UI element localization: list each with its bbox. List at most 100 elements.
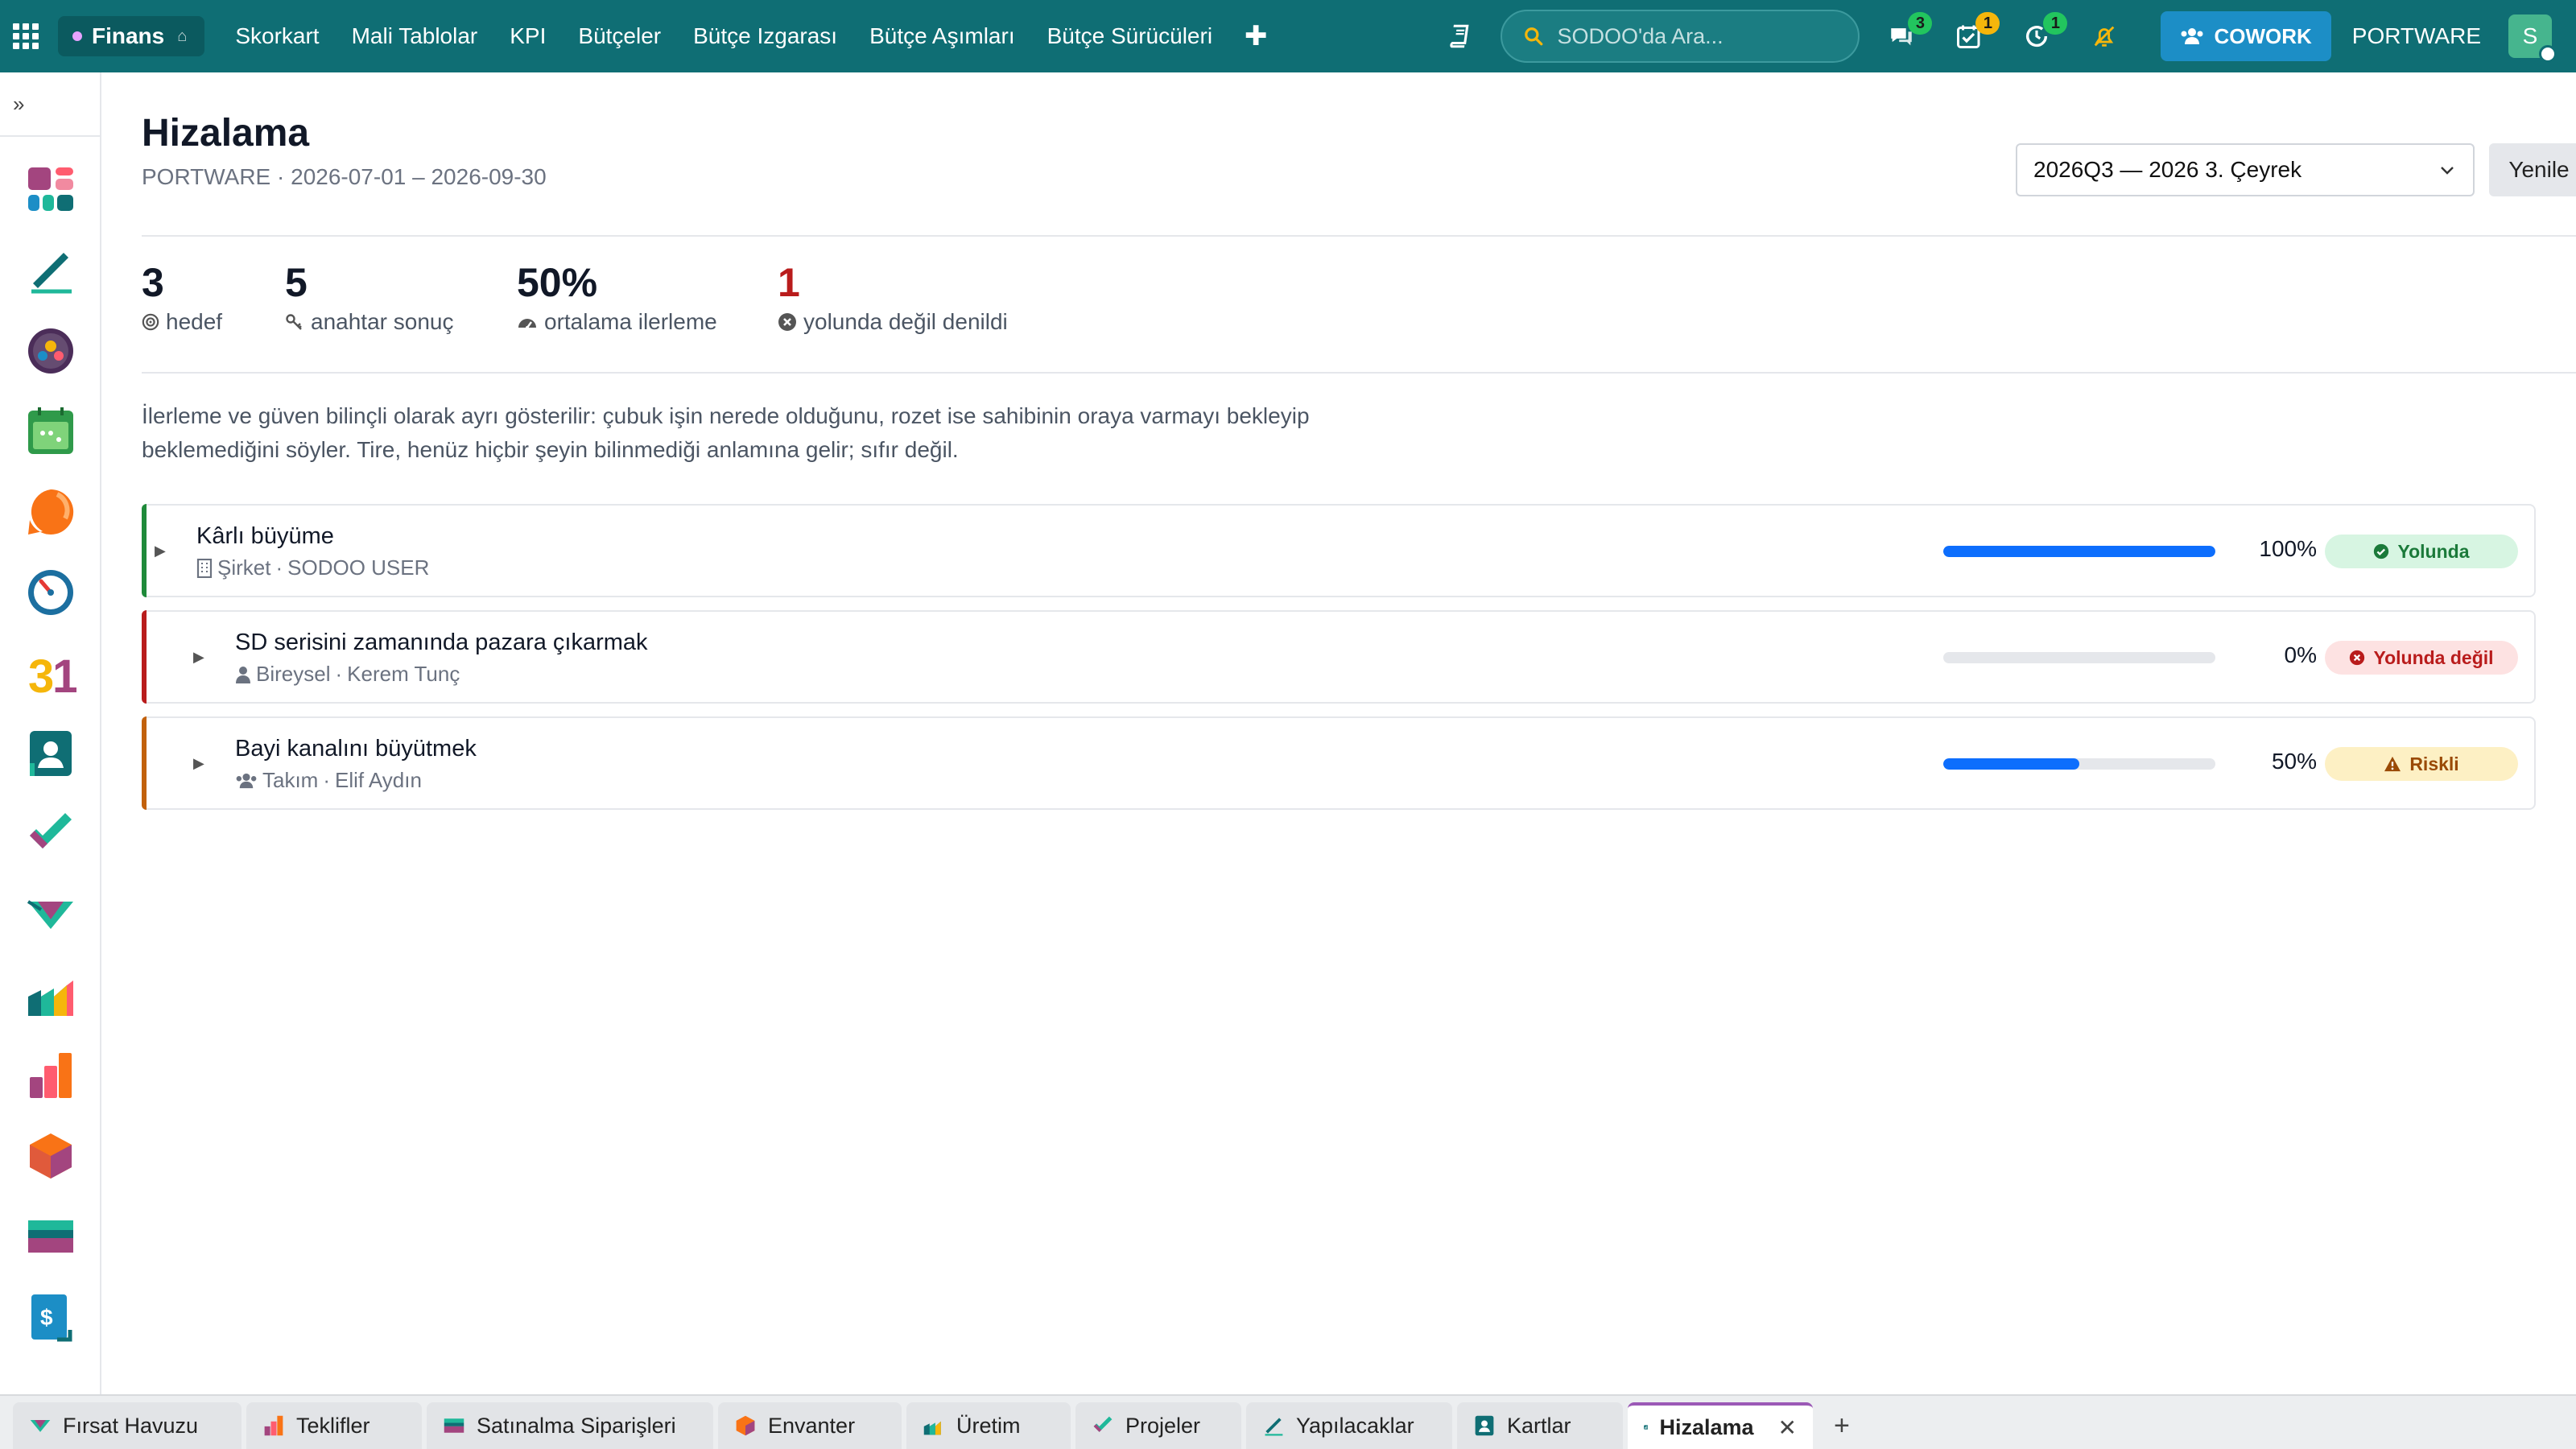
dashboard-app-icon[interactable] bbox=[0, 158, 101, 222]
objective-row[interactable]: ▶ SD serisini zamanında pazara çıkarmak … bbox=[142, 610, 2536, 704]
cards-tab-icon bbox=[1475, 1415, 1494, 1436]
main-content: Hizalama PORTWARE · 2026-07-01 – 2026-09… bbox=[103, 72, 2576, 1394]
tab-label: Envanter bbox=[768, 1413, 856, 1438]
stat-value: 3 bbox=[142, 260, 164, 305]
cowork-button[interactable]: COWORK bbox=[2161, 11, 2331, 61]
expand-caret-icon[interactable]: ▶ bbox=[193, 649, 204, 666]
objective-meta: Takım · Elif Aydın bbox=[235, 768, 422, 793]
apps-menu-button[interactable] bbox=[0, 0, 52, 72]
topbar-right: 3 1 1 COWORK PORTWARE S bbox=[1443, 0, 2576, 72]
module-name: Finans bbox=[92, 23, 165, 48]
tab-envanter[interactable]: Envanter bbox=[718, 1402, 902, 1449]
messages-icon[interactable]: 3 bbox=[1882, 12, 1933, 56]
objective-accent bbox=[142, 716, 147, 810]
objective-owner: Kerem Tunç bbox=[347, 662, 460, 686]
objective-title[interactable]: SD serisini zamanında pazara çıkarmak bbox=[235, 630, 648, 656]
calendar-app-icon[interactable] bbox=[0, 399, 101, 464]
avatar-letter: S bbox=[2522, 23, 2538, 48]
refresh-button[interactable]: Yenile bbox=[2489, 143, 2576, 196]
search-input[interactable] bbox=[1557, 23, 1831, 49]
tasks-app-icon[interactable] bbox=[0, 802, 101, 866]
add-tab-button[interactable]: + bbox=[1818, 1402, 1866, 1449]
chat-app-icon[interactable] bbox=[0, 480, 101, 544]
tab-label: Teklifler bbox=[296, 1413, 370, 1438]
tab-hizalama[interactable]: Hizalama ✕ bbox=[1628, 1402, 1813, 1449]
status-label: Yolunda bbox=[2397, 540, 2470, 562]
tab-yapilacaklar[interactable]: Yapılacaklar bbox=[1246, 1402, 1452, 1449]
svg-text:3: 3 bbox=[28, 650, 54, 699]
tab-projeler[interactable]: Projeler bbox=[1075, 1402, 1241, 1449]
objective-row[interactable]: ▶ Kârlı büyüme Şirket · SODOO USER 100% … bbox=[142, 504, 2536, 597]
add-menu-icon[interactable]: ✚ bbox=[1228, 20, 1284, 52]
invoice-app-icon[interactable]: $ bbox=[0, 1285, 101, 1349]
tab-label: Fırsat Havuzu bbox=[63, 1413, 199, 1438]
timers-badge: 1 bbox=[2043, 12, 2068, 35]
menu-item-budget-drivers[interactable]: Bütçe Sürücüleri bbox=[1031, 0, 1228, 72]
objective-owner: SODOO USER bbox=[287, 555, 430, 580]
sidebar-expand-icon[interactable]: » bbox=[0, 72, 100, 137]
crm-app-icon[interactable] bbox=[0, 882, 101, 947]
objective-meta: Bireysel · Kerem Tunç bbox=[235, 662, 460, 687]
pen-app-icon[interactable] bbox=[0, 238, 101, 303]
menu-item-financial-statements[interactable]: Mali Tablolar bbox=[336, 0, 494, 72]
status-badge: Yolunda değil bbox=[2325, 641, 2518, 675]
tab-firsat-havuzu[interactable]: Fırsat Havuzu bbox=[13, 1402, 242, 1449]
stat-off-track: 1 yolunda değil denildi bbox=[778, 259, 1008, 335]
messages-badge: 3 bbox=[1908, 12, 1933, 35]
search-bar[interactable] bbox=[1501, 10, 1860, 63]
menu-item-budget-overruns[interactable]: Bütçe Aşımları bbox=[853, 0, 1031, 72]
contacts-app-icon[interactable] bbox=[0, 721, 101, 786]
purchase-app-icon[interactable] bbox=[0, 1204, 101, 1269]
activities-icon[interactable]: 1 bbox=[1950, 12, 2000, 56]
module-switcher[interactable]: Finans ⌂ bbox=[58, 16, 205, 56]
clock-app-icon[interactable] bbox=[0, 560, 101, 625]
user-avatar[interactable]: S bbox=[2508, 14, 2557, 63]
period-value: 2026Q3 — 2026 3. Çeyrek bbox=[2033, 157, 2302, 182]
tab-label: Yapılacaklar bbox=[1296, 1413, 1414, 1438]
menu-item-budgets[interactable]: Bütçeler bbox=[562, 0, 677, 72]
period-select[interactable]: 2026Q3 — 2026 3. Çeyrek bbox=[2016, 143, 2475, 196]
meta-separator: · bbox=[275, 555, 283, 580]
sales-app-icon[interactable] bbox=[0, 1043, 101, 1108]
objective-title[interactable]: Kârlı büyüme bbox=[196, 523, 334, 550]
module-dot-icon bbox=[72, 31, 82, 41]
chevron-down-icon bbox=[2441, 167, 2454, 175]
bell-off-icon[interactable] bbox=[2085, 17, 2124, 56]
menu-item-kpi[interactable]: KPI bbox=[493, 0, 562, 72]
book-icon[interactable] bbox=[1443, 20, 1475, 52]
timer-icon[interactable]: 1 bbox=[2017, 12, 2068, 56]
app-sidebar: » 31 $ bbox=[0, 72, 101, 1394]
manufacturing-app-icon[interactable] bbox=[0, 963, 101, 1027]
company-switcher[interactable]: PORTWARE bbox=[2352, 23, 2481, 49]
svg-text:1: 1 bbox=[52, 650, 76, 699]
apps-grid-icon bbox=[13, 23, 39, 49]
todo-tab-icon bbox=[1265, 1418, 1283, 1436]
progress-percent: 100% bbox=[2259, 536, 2317, 561]
inventory-app-icon[interactable] bbox=[0, 1124, 101, 1188]
menu-item-budget-grid[interactable]: Bütçe Izgarası bbox=[677, 0, 853, 72]
page-title: Hizalama bbox=[142, 112, 310, 155]
progress-bar bbox=[1943, 652, 2215, 663]
objective-title[interactable]: Bayi kanalını büyütmek bbox=[235, 736, 477, 762]
close-icon[interactable]: ✕ bbox=[1778, 1414, 1797, 1441]
progress-percent: 50% bbox=[2271, 749, 2317, 774]
tab-teklifler[interactable]: Teklifler bbox=[246, 1402, 422, 1449]
menu-item-scorecard[interactable]: Skorkart bbox=[219, 0, 335, 72]
objective-meta: Şirket · SODOO USER bbox=[196, 555, 429, 580]
stat-label: anahtar sonuç bbox=[311, 309, 454, 334]
expand-caret-icon[interactable]: ▶ bbox=[155, 543, 166, 559]
expand-caret-icon[interactable]: ▶ bbox=[193, 755, 204, 772]
sales-tab-icon bbox=[264, 1415, 283, 1436]
tab-uretim[interactable]: Üretim bbox=[906, 1402, 1071, 1449]
date-app-icon[interactable]: 31 bbox=[0, 641, 101, 705]
stat-label: yolunda değil denildi bbox=[803, 309, 1008, 334]
purchase-tab-icon bbox=[444, 1418, 464, 1433]
meta-separator: · bbox=[335, 662, 343, 686]
building-icon bbox=[196, 558, 213, 578]
objective-row[interactable]: ▶ Bayi kanalını büyütmek Takım · Elif Ay… bbox=[142, 716, 2536, 810]
tab-label: Projeler bbox=[1125, 1413, 1201, 1438]
tab-kartlar[interactable]: Kartlar bbox=[1457, 1402, 1623, 1449]
target-icon bbox=[142, 313, 159, 331]
tab-satinalma-siparisleri[interactable]: Satınalma Siparişleri bbox=[427, 1402, 713, 1449]
team-app-icon[interactable] bbox=[0, 319, 101, 383]
